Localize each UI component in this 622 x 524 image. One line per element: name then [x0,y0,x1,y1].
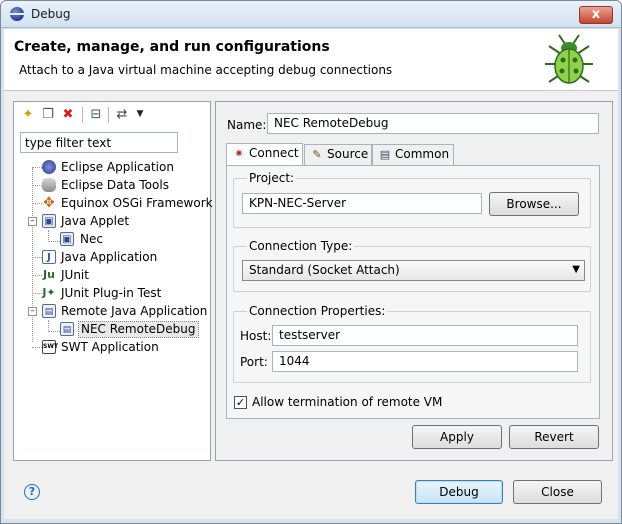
common-icon: ▤ [379,148,391,161]
close-button[interactable]: Close [513,480,602,504]
tree-connector [32,185,42,186]
connection-type-label: Connection Type: [247,239,355,253]
eclipse-app-icon [10,7,24,21]
browse-button[interactable]: Browse... [489,192,579,216]
junit-icon: Ju [43,268,55,281]
tree-item-java-applet[interactable]: – ▣ Java Applet [18,212,208,230]
tab-label: Connect [249,146,299,160]
help-icon[interactable]: ? [24,484,40,500]
project-group: Project: KPN-NEC-Server Browse... [233,171,591,228]
tree-item-eclipse-application[interactable]: Eclipse Application [18,158,208,176]
tree-item-junit-plugin-test[interactable]: J✦ JUnit Plug-in Test [18,284,208,302]
new-configuration-icon[interactable]: ✦ [20,107,36,123]
port-field[interactable]: 1044 [272,351,578,372]
remote-icon: ▤ [42,304,56,318]
allow-termination-label: Allow termination of remote VM [252,395,443,409]
tree-item-nec-remotedebug[interactable]: ▤ NEC RemoteDebug [18,320,208,338]
header-title: Create, manage, and run configurations [14,39,330,55]
plug-icon: ✷ [234,147,244,160]
port-label: Port: [240,355,268,369]
chevron-down-icon: ▼ [572,264,580,275]
dialog-client-area: Create, manage, and run configurations A… [4,29,618,519]
host-label: Host: [240,329,272,343]
duplicate-configuration-icon[interactable]: ❐ [40,107,56,123]
tree-item-equinox-osgi[interactable]: ✥ Equinox OSGi Framework [18,194,213,212]
tree-item-label: Java Applet [61,214,130,228]
connection-properties-group: Connection Properties: Host: testserver … [233,304,591,383]
tree-item-label: Eclipse Application [61,160,174,174]
toolbar-separator [108,107,109,123]
allow-termination-checkbox[interactable]: ✓ [234,396,247,409]
name-field[interactable]: NEC RemoteDebug [267,113,599,134]
project-field[interactable]: KPN-NEC-Server [242,193,482,214]
connection-properties-label: Connection Properties: [247,304,388,318]
configuration-editor-panel: Name: NEC RemoteDebug ✷ Connect ✎ Source… [215,101,613,461]
junit-plugin-icon: J✦ [42,286,56,299]
tab-label: Common [395,147,450,161]
apply-button[interactable]: Apply [412,425,502,449]
delete-configuration-icon[interactable]: ✖ [60,107,76,123]
collapse-icon[interactable]: – [28,307,37,316]
collapse-all-icon[interactable]: ⊟ [88,107,104,123]
tree-connector [32,257,42,258]
tab-connect[interactable]: ✷ Connect [226,143,303,166]
applet-icon: ▣ [42,214,56,228]
debug-bug-icon [545,34,593,84]
tree-item-label: Remote Java Application [61,304,208,318]
tab-common[interactable]: ▤ Common [372,144,454,165]
host-field[interactable]: testserver [272,325,578,346]
title-bar[interactable]: Debug x [1,1,621,28]
revert-button[interactable]: Revert [509,425,599,449]
applet-config-icon: ▣ [60,232,74,246]
tree-item-label: JUnit Plug-in Test [61,286,162,300]
tree-item-label: Equinox OSGi Framework [61,196,213,210]
tree-item-label: SWT Application [61,340,159,354]
debug-dialog: Debug x Create, manage, and run configur… [0,0,622,524]
window-title: Debug [31,7,71,21]
osgi-icon: ✥ [43,195,55,211]
tree-item-label: Java Application [61,250,158,264]
filter-configurations-icon[interactable]: ⇄ [114,107,130,123]
chevron-down-icon[interactable]: ▼ [132,107,148,123]
tree-item-label: Eclipse Data Tools [61,178,169,192]
tree-item-label: Nec [80,232,103,246]
tree-item-remote-java-application[interactable]: – ▤ Remote Java Application [18,302,208,320]
java-app-icon: J [42,250,56,264]
window-close-button[interactable]: x [579,6,613,24]
tree-connector [32,275,42,276]
name-label: Name: [227,118,267,132]
connection-type-select[interactable]: Standard (Socket Attach) ▼ [242,260,585,281]
tree-connector [32,347,42,348]
tree-connector [32,203,42,204]
source-icon: ✎ [312,148,322,161]
tree-connector [32,167,42,168]
database-icon [42,178,56,192]
connect-tab-content: Project: KPN-NEC-Server Browse... Connec… [226,165,600,419]
collapse-icon[interactable]: – [28,217,37,226]
filter-input[interactable] [20,132,178,153]
connection-type-value: Standard (Socket Attach) [249,263,400,277]
tree-item-label: NEC RemoteDebug [78,321,199,338]
eclipse-icon [42,160,56,174]
configuration-tree-panel: ✦ ❐ ✖ ⊟ ⇄ ▼ Eclipse Appl [13,101,213,461]
tree-item-java-application[interactable]: J Java Application [18,248,208,266]
tree-item-junit[interactable]: Ju JUnit [18,266,208,284]
remote-config-icon: ▤ [60,322,74,336]
tree-item-nec[interactable]: ▣ Nec [18,230,208,248]
tree-connector [32,293,42,294]
config-tabs: ✷ Connect ✎ Source ▤ Common [226,143,600,166]
toolbar-separator [82,107,83,123]
config-toolbar: ✦ ❐ ✖ ⊟ ⇄ ▼ [18,104,208,124]
tab-source[interactable]: ✎ Source [304,144,372,165]
project-label: Project: [247,171,297,185]
debug-button[interactable]: Debug [415,480,503,504]
header-message: Attach to a Java virtual machine accepti… [19,63,393,77]
tree-item-eclipse-data-tools[interactable]: Eclipse Data Tools [18,176,208,194]
tab-label: Source [327,147,369,161]
tree-item-label: JUnit [61,268,89,282]
swt-icon: SWT [42,340,58,354]
dialog-header: Create, manage, and run configurations A… [4,29,618,91]
tree-item-swt-application[interactable]: SWT SWT Application [18,338,208,356]
connection-type-group: Connection Type: Standard (Socket Attach… [233,239,591,292]
